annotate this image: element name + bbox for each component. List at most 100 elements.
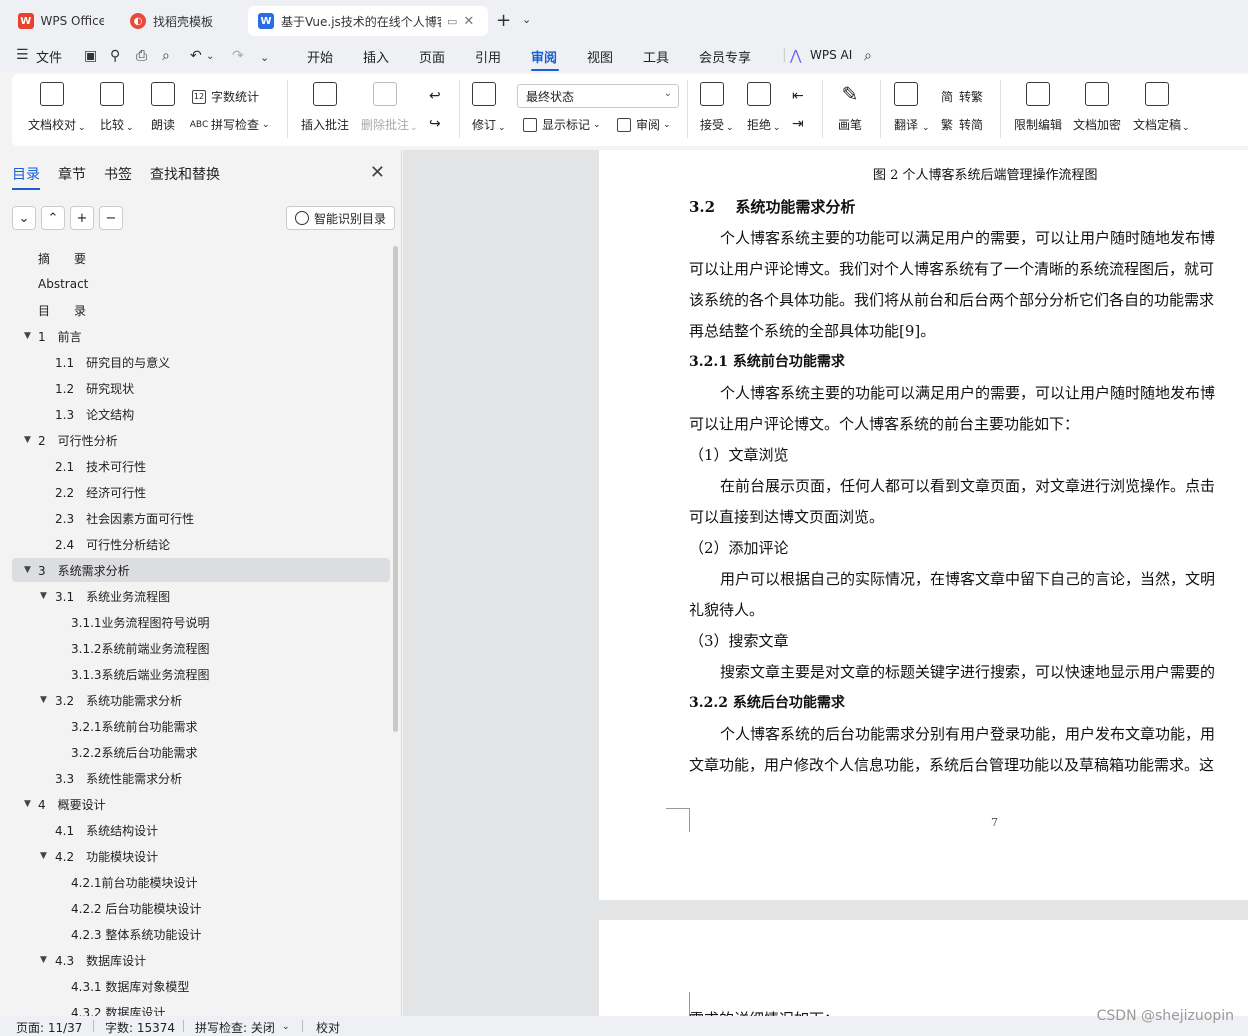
document-next-page[interactable]: 需求的详细情况如下： [599,920,1248,1016]
toc-item[interactable]: ▼ 2 可行性分析 [12,428,390,452]
toc-item[interactable]: ▼ 3.2 系统功能需求分析 [12,688,390,712]
previous-change-icon[interactable]: ⇤ [792,88,804,104]
finalize-button[interactable]: 文档定稿 [1133,82,1181,133]
nav-tab-find-replace[interactable]: 查找和替换 [150,164,220,184]
toc-item[interactable]: 2.2 经济可行性 [12,480,390,504]
spell-dropdown-icon[interactable]: ⌄ [282,1022,290,1032]
remove-heading-icon[interactable]: − [99,206,123,230]
chevron-down-icon[interactable]: ⌄ [522,13,531,26]
word-count-button[interactable]: 12 字数统计 [192,88,259,105]
print-icon[interactable]: ⎙ [136,48,147,64]
search-icon[interactable]: ⌕ [864,48,872,64]
status-word-count[interactable]: 字数: 15374 [105,1019,175,1036]
spell-check-button[interactable]: ABC 拼写检查 ⌄ [190,116,270,133]
toc-item[interactable]: 3.3 系统性能需求分析 [12,766,390,790]
doc-check-dropdown-icon[interactable]: ⌄ [78,123,86,133]
reject-button[interactable]: 拒绝 [747,82,771,133]
toc-item[interactable]: 3.1.3系统后端业务流程图 [12,662,390,686]
toc-item[interactable]: 1.2 研究现状 [12,376,390,400]
spell-check-dropdown-icon[interactable]: ⌄ [262,120,270,130]
toc-item[interactable]: ▼ 1 前言 [12,324,390,348]
nav-tab-bookmarks[interactable]: 书签 [104,164,132,184]
nav-tab-toc[interactable]: 目录 [12,164,40,190]
add-heading-icon[interactable]: + [70,206,94,230]
toc-item[interactable]: 1.3 论文结构 [12,402,390,426]
close-icon[interactable]: ✕ [370,162,385,183]
previous-comment-icon[interactable]: ↩ [429,88,441,104]
print-preview-icon[interactable]: ⌕ [162,48,170,64]
menu-page[interactable]: 页面 [419,47,445,66]
menu-tools[interactable]: 工具 [643,47,669,66]
brush-button[interactable]: ✎ 画笔 [838,82,862,133]
insert-comment-button[interactable]: 插入批注 [301,82,349,133]
toc-item[interactable]: 3.1.1业务流程图符号说明 [12,610,390,634]
delete-comment-button[interactable]: 删除批注 [361,82,409,133]
menu-review[interactable]: 审阅 [531,47,557,66]
delete-comment-dropdown-icon[interactable]: ⌄ [410,123,418,133]
accept-button[interactable]: 接受 [700,82,724,133]
redo-icon[interactable]: ↷ [232,48,244,64]
expand-triangle-icon[interactable]: ▼ [24,565,31,575]
toc-item[interactable]: ▼ 4.2 功能模块设计 [12,844,390,868]
new-tab-icon[interactable]: + [496,10,511,31]
finalize-dropdown-icon[interactable]: ⌄ [1182,123,1190,133]
share-icon[interactable]: ⚲ [110,48,120,64]
menu-insert[interactable]: 插入 [363,47,389,66]
to-simplified-button[interactable]: 繁 转简 [940,116,983,133]
undo-dropdown-icon[interactable]: ⌄ [206,51,214,62]
toc-item[interactable]: 2.4 可行性分析结论 [12,532,390,556]
status-spell-check[interactable]: 拼写检查: 关闭 [195,1019,275,1036]
tab-wps-office[interactable]: W WPS Office [8,6,114,36]
toc-item[interactable]: 目 录 [12,298,390,322]
expand-triangle-icon[interactable]: ▼ [24,435,31,445]
expand-triangle-icon[interactable]: ▼ [40,955,47,965]
expand-all-icon[interactable]: ⌄ [12,206,36,230]
toc-item[interactable]: ▼ 3.1 系统业务流程图 [12,584,390,608]
menu-member[interactable]: 会员专享 [699,47,751,66]
next-comment-icon[interactable]: ↪ [429,116,441,132]
toc-item[interactable]: 2.1 技术可行性 [12,454,390,478]
status-proofread[interactable]: 校对 [316,1019,340,1036]
accept-dropdown-icon[interactable]: ⌄ [726,123,734,133]
compare-button[interactable]: 比较 [100,82,124,133]
toc-item[interactable]: 4.2.3 整体系统功能设计 [12,922,390,946]
save-icon[interactable]: ▣ [84,48,97,64]
toc-scrollbar[interactable] [393,246,398,732]
show-marks-button[interactable]: 显示标记 ⌄ [523,116,601,133]
expand-triangle-icon[interactable]: ▼ [24,799,31,809]
tab-document[interactable]: W 基于Vue.js技术的在线个人博客 ▭ ✕ [248,6,488,36]
doc-check-button[interactable]: 文档校对 [28,82,76,133]
close-tab-icon[interactable]: ✕ [463,14,474,29]
restrict-edit-button[interactable]: 限制编辑 [1014,82,1062,133]
smart-toc-button[interactable]: 智能识别目录 [286,206,396,230]
menu-wps-ai[interactable]: WPS AI [810,48,852,62]
expand-triangle-icon[interactable]: ▼ [40,851,47,861]
to-traditional-button[interactable]: 简 转繁 [940,88,983,105]
toc-item[interactable]: 4.2.1前台功能模块设计 [12,870,390,894]
toc-item[interactable]: 2.3 社会因素方面可行性 [12,506,390,530]
compare-dropdown-icon[interactable]: ⌄ [126,123,134,133]
monitor-icon[interactable]: ▭ [447,15,457,28]
toc-item[interactable]: ▼ 4 概要设计 [12,792,390,816]
markup-status-select[interactable]: 最终状态 ⌄ [517,84,679,108]
nav-tab-chapters[interactable]: 章节 [58,164,86,184]
toc-item[interactable]: 4.3.2 数据库设计 [12,1000,390,1017]
encrypt-button[interactable]: 文档加密 [1073,82,1121,133]
menu-reference[interactable]: 引用 [475,47,501,66]
toc-item[interactable]: 3.1.2系统前端业务流程图 [12,636,390,660]
menu-start[interactable]: 开始 [307,47,333,66]
toc-item[interactable]: 4.1 系统结构设计 [12,818,390,842]
next-change-icon[interactable]: ⇥ [792,116,804,132]
hamburger-menu-icon[interactable]: ☰ [16,47,29,63]
toc-item[interactable]: 1.1 研究目的与意义 [12,350,390,374]
revise-dropdown-icon[interactable]: ⌄ [498,123,506,133]
expand-triangle-icon[interactable]: ▼ [40,591,47,601]
toc-item[interactable]: 3.2.2系统后台功能需求 [12,740,390,764]
tab-docer-templates[interactable]: ◐ 找稻壳模板 [120,6,244,36]
toc-item[interactable]: ▼ 3 系统需求分析 [12,558,390,582]
reject-dropdown-icon[interactable]: ⌄ [773,123,781,133]
undo-icon[interactable]: ↶ [190,48,202,64]
toc-item[interactable]: 4.2.2 后台功能模块设计 [12,896,390,920]
menu-file[interactable]: 文件 [36,47,62,66]
read-aloud-button[interactable]: 朗读 [151,82,175,133]
